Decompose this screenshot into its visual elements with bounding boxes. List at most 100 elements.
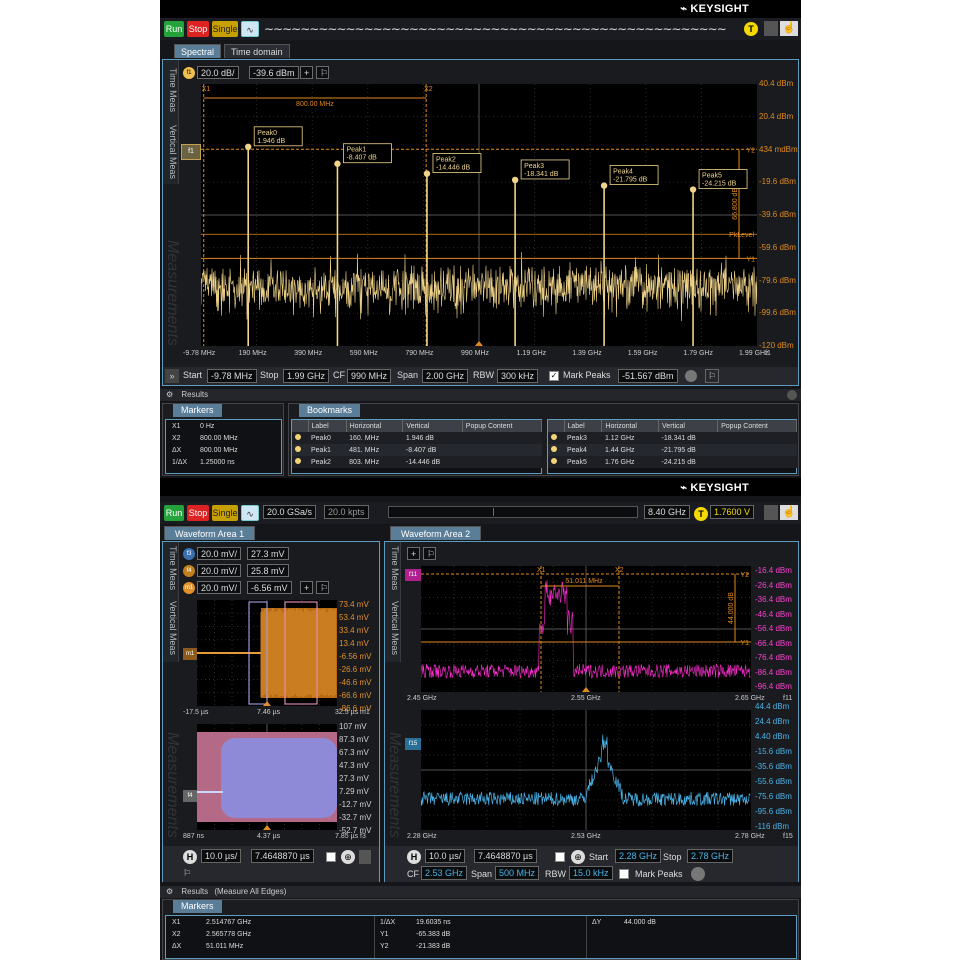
scale-per-div[interactable]: 20.0 dB/	[197, 66, 239, 79]
touch-icon[interactable]: ☝	[780, 21, 798, 36]
channel-scale[interactable]: 20.0 mV/	[197, 564, 242, 577]
h-scale[interactable]: 10.0 µs/	[201, 849, 242, 863]
run-button-2[interactable]: Run	[164, 505, 184, 521]
autoscale-icon-2[interactable]: ∿	[241, 505, 259, 521]
vtab-vertical-meas-2[interactable]: Vertical Meas	[163, 594, 179, 662]
bookmark-icon[interactable]: ⚐	[316, 66, 329, 79]
record-length[interactable]: 20.0 kpts	[324, 505, 369, 519]
h-position[interactable]: 7.4648870 µs	[251, 849, 314, 863]
stop-field-2[interactable]: 2.78 GHz	[687, 849, 734, 863]
vtab-time-meas-3[interactable]: Time Meas	[385, 542, 401, 594]
channel-scale[interactable]: 20.0 mV/	[197, 547, 242, 560]
knob-icon[interactable]	[685, 370, 697, 382]
bookmark-icon-footer[interactable]: ⚐	[705, 369, 719, 383]
h-scale-2[interactable]: 10.0 µs/	[425, 849, 466, 863]
stop-button[interactable]: Stop	[187, 21, 209, 37]
rbw-field[interactable]: 300 kHz	[497, 369, 539, 383]
bookmark-row[interactable]: Peak1 481. MHz -8.407 dB	[292, 444, 542, 456]
knob-icon-3[interactable]	[691, 867, 705, 881]
rbw-field-2[interactable]: 15.0 kHz	[569, 866, 613, 880]
channel-offset[interactable]: 27.3 mV	[247, 547, 289, 560]
tab-spectral[interactable]: Spectral	[174, 44, 222, 58]
bookmark-row[interactable]: Peak4 1.44 GHz -21.795 dB	[548, 444, 797, 456]
stop-button-2[interactable]: Stop	[187, 505, 209, 521]
gear-icon[interactable]: ⚙	[166, 390, 173, 399]
bookmark-row[interactable]: Peak3 1.12 GHz -18.341 dB	[548, 432, 797, 444]
single-button-2[interactable]: Single	[212, 505, 238, 521]
f1-level-marker[interactable]: f1	[181, 144, 201, 160]
touch-icon-2[interactable]: ☝	[780, 505, 798, 520]
record-overview[interactable]	[388, 506, 638, 518]
run-button[interactable]: Run	[164, 21, 184, 37]
channel-icon-f3[interactable]: f3	[183, 548, 195, 560]
channel-offset[interactable]: -6.56 mV	[247, 581, 292, 594]
cf-field[interactable]: 990 MHz	[347, 369, 392, 383]
channel-offset[interactable]: 25.8 mV	[247, 564, 289, 577]
peak-marker-2[interactable]	[423, 170, 431, 177]
bookmark-row[interactable]: Peak2 803. MHz -14.446 dB	[292, 456, 542, 468]
h-checkbox-2[interactable]	[555, 852, 565, 862]
menu-icon[interactable]	[764, 21, 778, 36]
zoom-icon-2[interactable]: ⊕	[571, 850, 585, 864]
start-field-2[interactable]: 2.28 GHz	[615, 849, 662, 863]
start-field[interactable]: -9.78 MHz	[207, 369, 257, 383]
vtab-time-meas[interactable]: Time Meas	[163, 60, 179, 120]
zoom-icon[interactable]: ⊕	[341, 850, 355, 864]
channel-icon-m1[interactable]: m1	[183, 582, 195, 594]
channel-scale[interactable]: 20.0 mV/	[197, 581, 242, 594]
f15-level-marker[interactable]: f15	[405, 738, 421, 750]
stop-field[interactable]: 1.99 GHz	[283, 369, 330, 383]
single-button[interactable]: Single	[212, 21, 238, 37]
trigger-badge[interactable]: T	[744, 22, 758, 36]
bookmark-row[interactable]: Peak5 1.76 GHz -24.215 dB	[548, 456, 797, 468]
f4-level-marker[interactable]: f4	[183, 790, 197, 802]
peak-marker-5[interactable]	[689, 186, 697, 193]
horizontal-badge-2[interactable]: H	[407, 850, 421, 864]
h-position-2[interactable]: 7.4648870 µs	[474, 849, 537, 863]
bookmark-icon-2[interactable]: ⚐	[183, 868, 191, 879]
tab-waveform-area-2[interactable]: Waveform Area 2	[390, 526, 482, 540]
peak-marker-0[interactable]	[245, 143, 252, 151]
vtab-vertical-meas[interactable]: Vertical Meas	[163, 120, 179, 184]
f11-level-marker[interactable]: f11	[405, 569, 421, 581]
horizontal-badge[interactable]: H	[183, 850, 197, 864]
add-button-3[interactable]: +	[300, 581, 313, 594]
add-button-2[interactable]: +	[407, 547, 420, 560]
f1-icon[interactable]: f1	[183, 67, 195, 79]
mark-peaks-threshold[interactable]: -51.567 dBm	[618, 369, 678, 383]
mark-peaks-checkbox-2[interactable]	[619, 869, 629, 879]
scale-offset[interactable]: -39.6 dBm	[249, 66, 299, 79]
knob-icon-2[interactable]	[359, 850, 371, 864]
m1-level-marker[interactable]: m1	[183, 648, 197, 660]
add-button[interactable]: +	[300, 66, 313, 79]
trigger-badge-2[interactable]: T	[694, 507, 708, 521]
collapse-icon[interactable]	[787, 390, 797, 400]
autoscale-icon[interactable]: ∿	[241, 21, 259, 37]
bookmark-icon-3[interactable]: ⚐	[423, 547, 436, 560]
marker-value-2: -65.383 dB	[416, 931, 451, 938]
bookmarks-tab[interactable]: Bookmarks	[299, 404, 361, 417]
mark-peaks-checkbox[interactable]: ✓	[549, 371, 559, 381]
channel-icon-f4[interactable]: f4	[183, 565, 195, 577]
spectrum-freq[interactable]: 8.40 GHz	[644, 505, 691, 519]
span-field[interactable]: 2.00 GHz	[422, 369, 469, 383]
menu-icon-2[interactable]	[764, 505, 778, 520]
vtab-vertical-meas-3[interactable]: Vertical Meas	[385, 594, 401, 662]
bookmark-icon-4[interactable]: ⚐	[316, 581, 329, 594]
gear-icon-2[interactable]: ⚙	[166, 887, 173, 896]
vtab-time-meas-2[interactable]: Time Meas	[163, 542, 179, 594]
peak-marker-1[interactable]	[334, 160, 341, 167]
markers-tab-2[interactable]: Markers	[173, 900, 222, 913]
tab-waveform-area-1[interactable]: Waveform Area 1	[164, 526, 256, 540]
tab-time-domain[interactable]: Time domain	[224, 44, 290, 58]
trigger-level[interactable]: 1.7600 V	[710, 505, 755, 519]
peak-marker-4[interactable]	[600, 182, 608, 189]
expand-icon[interactable]: »	[165, 369, 179, 383]
peak-marker-3[interactable]	[511, 176, 519, 184]
sample-rate[interactable]: 20.0 GSa/s	[263, 505, 317, 519]
cf-field-2[interactable]: 2.53 GHz	[421, 866, 468, 880]
span-field-2[interactable]: 500 MHz	[495, 866, 540, 880]
h-checkbox[interactable]	[326, 852, 336, 862]
markers-tab[interactable]: Markers	[173, 404, 222, 417]
bookmark-row[interactable]: Peak0 160. MHz 1.946 dB	[292, 432, 542, 444]
